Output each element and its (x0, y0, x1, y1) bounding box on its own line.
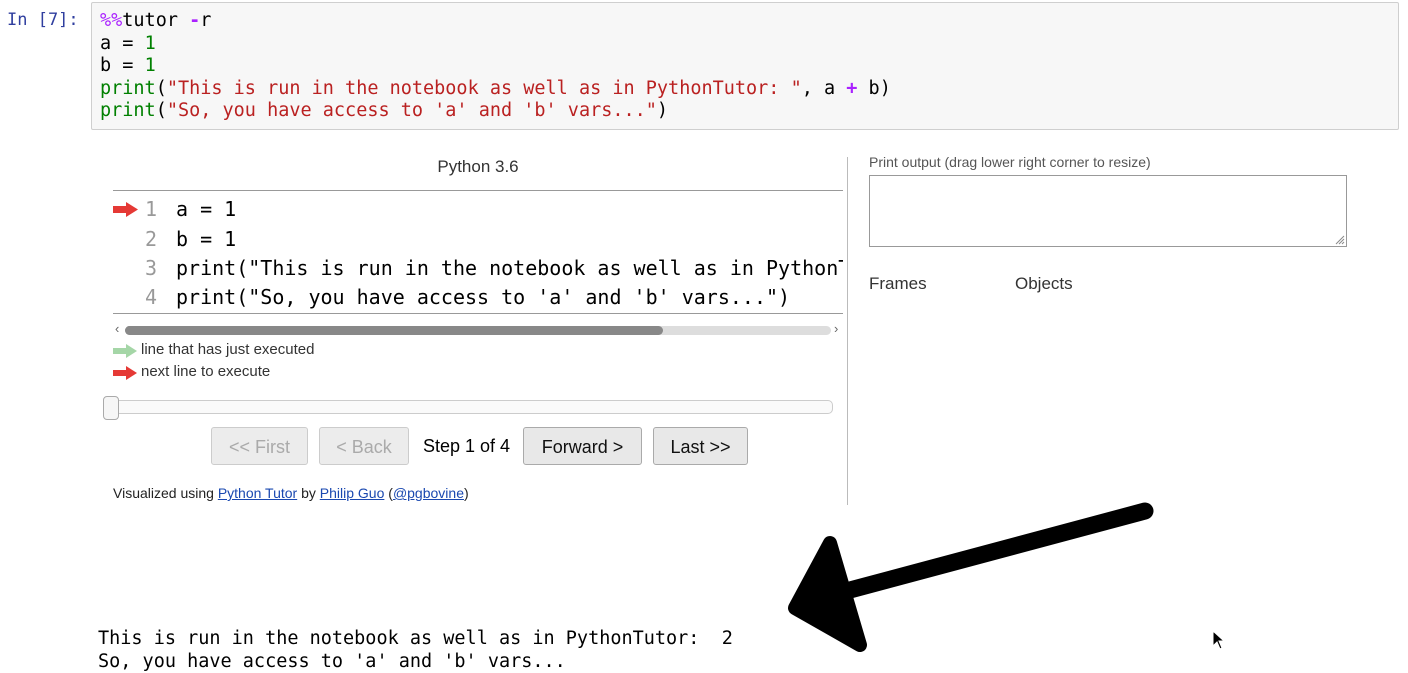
mouse-cursor-icon (1212, 630, 1226, 650)
annotation-arrow-icon (788, 502, 1154, 652)
